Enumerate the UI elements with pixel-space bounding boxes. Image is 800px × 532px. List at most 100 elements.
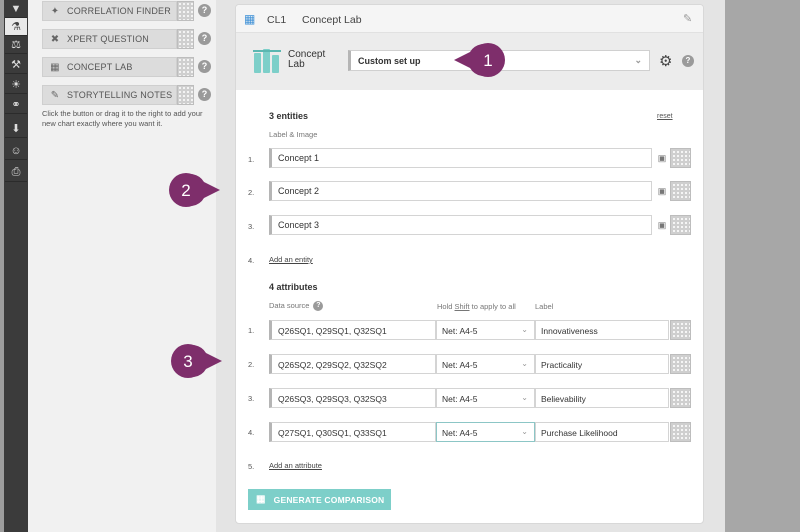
sun-icon[interactable]: ☀ xyxy=(5,76,27,94)
concept-lab-logo xyxy=(253,49,281,73)
chevron-down-icon: ⌄ xyxy=(521,359,528,368)
print-icon[interactable]: ⎙ xyxy=(5,164,27,182)
drag-handle[interactable] xyxy=(670,388,691,408)
data-source-input[interactable]: Q27SQ1, Q30SQ1, Q33SQ1 xyxy=(269,422,436,442)
correlation-finder-button[interactable]: ✦ CORRELATION FINDER xyxy=(42,1,177,21)
card-header: ▦ CL1 Concept Lab ✎ xyxy=(236,5,703,33)
entity-number: 3. xyxy=(248,222,255,231)
concept-lab-button[interactable]: ▦ CONCEPT LAB xyxy=(42,57,177,77)
flask-icon[interactable]: ⚗ xyxy=(5,18,27,36)
filter-icon[interactable]: ▼ xyxy=(5,0,27,18)
help-icon[interactable]: ? xyxy=(682,55,694,67)
camera-icon[interactable]: ▣ xyxy=(655,148,669,168)
drag-handle[interactable] xyxy=(177,57,194,77)
concept-lab-card: ▦ CL1 Concept Lab ✎ Concept Lab Custom se… xyxy=(235,4,704,524)
entity-input-2[interactable]: Concept 2 xyxy=(269,181,652,201)
attribute-number: 2. xyxy=(248,360,255,369)
right-background xyxy=(725,0,800,532)
sidebar-item-label: CORRELATION FINDER xyxy=(67,6,171,16)
drag-handle[interactable] xyxy=(670,354,691,374)
sidebar-item-storytelling-notes[interactable]: ✎ STORYTELLING NOTES ? xyxy=(42,85,223,105)
net-select[interactable]: Net: A4-5 ⌄ xyxy=(436,320,535,340)
entity-input-3[interactable]: Concept 3 xyxy=(269,215,652,235)
download-icon[interactable]: ⬇ xyxy=(5,120,27,138)
attribute-label-input[interactable]: Believability xyxy=(535,388,669,408)
entity-number: 1. xyxy=(248,155,255,164)
data-source-header: Data source? xyxy=(269,301,324,312)
scale-icon[interactable]: ⚖ xyxy=(5,36,27,54)
help-icon[interactable]: ? xyxy=(198,4,211,17)
help-icon[interactable]: ? xyxy=(198,60,211,73)
attribute-number: 4. xyxy=(248,428,255,437)
notes-icon: ✎ xyxy=(50,89,60,101)
generate-comparison-button[interactable]: ▦ GENERATE COMPARISON xyxy=(248,489,391,510)
chevron-down-icon: ⌄ xyxy=(521,427,528,436)
card-title: Concept Lab xyxy=(302,14,362,26)
data-source-input[interactable]: Q26SQ1, Q29SQ1, Q32SQ1 xyxy=(269,320,436,340)
sidebar-item-concept-lab[interactable]: ▦ CONCEPT LAB ? xyxy=(42,57,223,77)
icon-toolbar: ▼ ⚗ ⚖ ⚒ ☀ ⚭ ⬇ ☺ ⎙ xyxy=(4,0,28,532)
chart-sidebar: ✦ CORRELATION FINDER ? ✖ XPERT QUESTION ? … xyxy=(28,0,216,532)
callout-2-label: 2 xyxy=(181,181,190,200)
sidebar-item-xpert-question[interactable]: ✖ XPERT QUESTION ? xyxy=(42,29,223,49)
data-source-label: Data source xyxy=(269,301,310,310)
head-icon[interactable]: ☺ xyxy=(5,142,27,160)
camera-icon[interactable]: ▣ xyxy=(655,215,669,235)
gear-icon[interactable]: ⚙ xyxy=(659,52,672,70)
net-select[interactable]: Net: A4-5 ⌄ xyxy=(436,422,535,442)
label-header: Label xyxy=(535,302,554,311)
data-source-input[interactable]: Q26SQ2, Q29SQ2, Q32SQ2 xyxy=(269,354,436,374)
drag-handle[interactable] xyxy=(670,215,691,235)
attribute-label-input[interactable]: Practicality xyxy=(535,354,669,374)
camera-icon[interactable]: ▣ xyxy=(655,181,669,201)
net-select-value: Net: A4-5 xyxy=(442,360,478,370)
entity-number: 4. xyxy=(248,256,255,265)
attribute-label-input[interactable]: Purchase Likelihood xyxy=(535,422,669,442)
sidebar-item-label: STORYTELLING NOTES xyxy=(67,90,173,100)
setup-select-value: Custom set up xyxy=(358,56,421,66)
card-id: CL1 xyxy=(267,14,287,26)
xpert-question-button[interactable]: ✖ XPERT QUESTION xyxy=(42,29,177,49)
drag-handle[interactable] xyxy=(177,29,194,49)
sidebar-item-label: XPERT QUESTION xyxy=(67,34,149,44)
attribute-label-input[interactable]: Innovativeness xyxy=(535,320,669,340)
net-select-value: Net: A4-5 xyxy=(442,428,478,438)
net-select[interactable]: Net: A4-5 ⌄ xyxy=(436,354,535,374)
attribute-number: 1. xyxy=(248,326,255,335)
attribute-number: 3. xyxy=(248,394,255,403)
reset-link[interactable]: reset xyxy=(657,113,673,120)
callout-3-label: 3 xyxy=(183,352,192,371)
attribute-number: 5. xyxy=(248,462,255,471)
drag-handle[interactable] xyxy=(670,148,691,168)
drag-handle[interactable] xyxy=(670,320,691,340)
help-icon[interactable]: ? xyxy=(198,88,211,101)
microscope-icon[interactable]: ⚒ xyxy=(5,56,27,74)
entity-input-1[interactable]: Concept 1 xyxy=(269,148,652,168)
concept-lab-icon: ▦ xyxy=(256,494,266,505)
help-icon[interactable]: ? xyxy=(313,301,324,312)
help-icon[interactable]: ? xyxy=(198,32,211,45)
add-attribute-link[interactable]: Add an attribute xyxy=(269,461,322,470)
logo-line2: Lab xyxy=(288,59,305,70)
drag-handle[interactable] xyxy=(670,422,691,442)
chevron-down-icon: ⌄ xyxy=(521,393,528,402)
edit-icon[interactable]: ✎ xyxy=(683,12,692,25)
rainbow-icon[interactable]: ⚭ xyxy=(5,96,27,114)
entities-subtitle: Label & Image xyxy=(269,130,318,139)
net-select[interactable]: Net: A4-5 ⌄ xyxy=(436,388,535,408)
logo-text: Concept Lab xyxy=(288,50,325,70)
sidebar-item-label: CONCEPT LAB xyxy=(67,62,133,72)
storytelling-notes-button[interactable]: ✎ STORYTELLING NOTES xyxy=(42,85,177,105)
drag-handle[interactable] xyxy=(177,85,194,105)
drag-handle[interactable] xyxy=(177,1,194,21)
callout-3: 3 xyxy=(171,344,222,378)
drag-handle[interactable] xyxy=(670,181,691,201)
add-entity-link[interactable]: Add an entity xyxy=(269,255,313,264)
sidebar-item-correlation-finder[interactable]: ✦ CORRELATION FINDER ? xyxy=(42,1,223,21)
entities-title: 3 entities xyxy=(269,111,309,121)
xpert-icon: ✖ xyxy=(50,33,60,45)
correlation-icon: ✦ xyxy=(50,5,60,17)
data-source-input[interactable]: Q26SQ3, Q29SQ3, Q32SQ3 xyxy=(269,388,436,408)
callout-1-label: 1 xyxy=(483,51,492,70)
chevron-down-icon: ⌄ xyxy=(634,55,642,65)
